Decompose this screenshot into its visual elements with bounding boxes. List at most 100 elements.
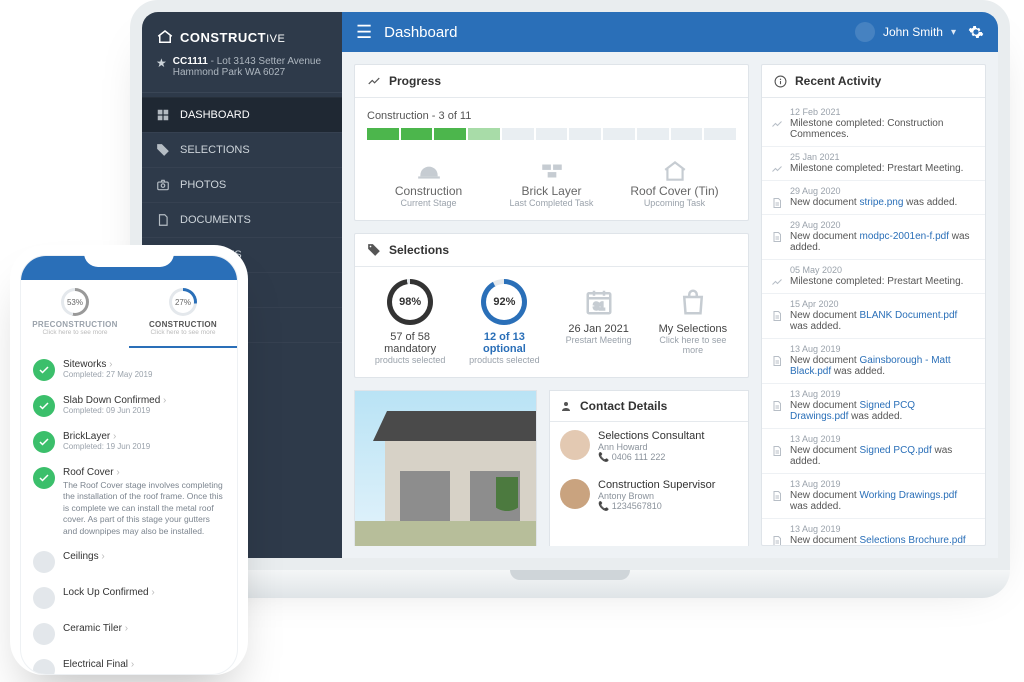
- contact-item[interactable]: Selections ConsultantAnn Howard📞 0406 11…: [550, 422, 748, 471]
- sidebar-item-documents[interactable]: DOCUMENTS: [142, 202, 342, 237]
- progress-col-sub: Upcoming Task: [613, 198, 736, 208]
- activity-link[interactable]: modpc-2001en-f.pdf: [859, 231, 949, 242]
- contact-item[interactable]: Construction SupervisorAntony Brown📞 123…: [550, 471, 748, 520]
- activity-text: New document modpc-2001en-f.pdf was adde…: [790, 231, 975, 253]
- sel-o-line2: products selected: [461, 355, 547, 365]
- sel-p-line1: 26 Jan 2021: [556, 323, 642, 335]
- sel-m-line2: mandatory: [384, 343, 436, 355]
- sidebar-item-label: SELECTIONS: [180, 144, 250, 156]
- phone-list-item[interactable]: Ceilings ›: [21, 544, 237, 580]
- activity-date: 13 Aug 2019: [790, 389, 975, 399]
- progress-col[interactable]: ConstructionCurrent Stage: [367, 158, 490, 208]
- activity-item[interactable]: 13 Aug 2019New document Signed PCQ.pdf w…: [762, 428, 985, 473]
- activity-item[interactable]: 29 Aug 2020New document stripe.png was a…: [762, 180, 985, 214]
- activity-item[interactable]: 13 Aug 2019New document Signed PCQ Drawi…: [762, 383, 985, 428]
- activity-item[interactable]: 13 Aug 2019New document Gainsborough - M…: [762, 338, 985, 383]
- brand-name-1: CONSTRUCT: [180, 30, 266, 45]
- activity-text: New document Signed PCQ.pdf was added.: [790, 445, 975, 467]
- activity-item[interactable]: 15 Apr 2020New document BLANK Document.p…: [762, 293, 985, 338]
- phone-tab[interactable]: 27%CONSTRUCTIONClick here to see more: [129, 280, 237, 348]
- activity-item[interactable]: 05 May 2020Milestone completed: Prestart…: [762, 259, 985, 293]
- phone-tab[interactable]: 53%PRECONSTRUCTIONClick here to see more: [21, 280, 129, 348]
- phone-list-item[interactable]: Roof Cover ›The Roof Cover stage involve…: [21, 460, 237, 544]
- selections-mandatory[interactable]: 57 of 58mandatory products selected: [367, 279, 453, 365]
- sel-my-line2: Click here to see more: [650, 335, 736, 355]
- calendar-icon: 31: [584, 287, 614, 317]
- phone-list-item[interactable]: Electrical Final ›: [21, 652, 237, 675]
- sel-p-line2: Prestart Meeting: [556, 335, 642, 345]
- phone-item-title: Roof Cover ›: [63, 467, 225, 478]
- activity-link[interactable]: Gainsborough - Matt Black.pdf: [790, 355, 951, 377]
- contacts-title: Contact Details: [580, 399, 667, 413]
- activity-date: 13 Aug 2019: [790, 344, 975, 354]
- document-icon: [156, 213, 170, 227]
- status-dot: [33, 395, 55, 417]
- trend-icon: [771, 118, 783, 130]
- progress-title: Progress: [389, 74, 441, 88]
- progress-col-title: Brick Layer: [490, 184, 613, 198]
- phone-item-title: Slab Down Confirmed ›: [63, 395, 166, 406]
- selections-optional[interactable]: 12 of 13 optional products selected: [461, 279, 547, 365]
- phone-list-item[interactable]: Ceramic Tiler ›: [21, 616, 237, 652]
- phone-tab-title: PRECONSTRUCTION: [25, 320, 125, 329]
- contact-phone: 📞 1234567810: [598, 501, 715, 512]
- document-icon: [771, 197, 783, 209]
- activity-date: 05 May 2020: [790, 265, 975, 275]
- status-dot: [33, 431, 55, 453]
- activity-link[interactable]: Selections Brochure.pdf: [859, 535, 965, 546]
- menu-icon[interactable]: ☰: [356, 22, 372, 43]
- phone-list-item[interactable]: BrickLayer ›Completed: 19 Jun 2019: [21, 424, 237, 460]
- sidebar-item-photos[interactable]: PHOTOS: [142, 167, 342, 202]
- selections-card: Selections 57 of 58mandatory products se…: [354, 233, 749, 378]
- sidebar-item-selections[interactable]: SELECTIONS: [142, 132, 342, 167]
- activity-link[interactable]: stripe.png: [859, 197, 903, 208]
- phone-list-item[interactable]: Lock Up Confirmed ›: [21, 580, 237, 616]
- hardhat-icon: [416, 158, 442, 180]
- activity-item[interactable]: 12 Feb 2021Milestone completed: Construc…: [762, 102, 985, 146]
- progress-col[interactable]: Roof Cover (Tin)Upcoming Task: [613, 158, 736, 208]
- progress-col[interactable]: Brick LayerLast Completed Task: [490, 158, 613, 208]
- contact-name: Antony Brown: [598, 491, 715, 501]
- activity-item[interactable]: 25 Jan 2021Milestone completed: Prestart…: [762, 146, 985, 180]
- project-address-2: Hammond Park WA 6027: [173, 67, 285, 78]
- activity-link[interactable]: Signed PCQ Drawings.pdf: [790, 400, 915, 422]
- contact-name: Ann Howard: [598, 442, 704, 452]
- house-render[interactable]: [354, 390, 537, 546]
- trend-icon: [771, 276, 783, 288]
- progress-seg: [536, 128, 568, 140]
- sidebar-item-dashboard[interactable]: DASHBOARD: [142, 97, 342, 132]
- brand-logo: CONSTRUCTIVE: [142, 12, 342, 56]
- document-icon: [771, 400, 783, 412]
- user-menu[interactable]: John Smith ▾: [855, 22, 956, 42]
- laptop-base: [130, 570, 1010, 598]
- person-icon: [560, 400, 572, 412]
- sel-m-line1: 57 of 58: [390, 331, 430, 343]
- camera-icon: [156, 178, 170, 192]
- document-icon: [771, 231, 783, 243]
- activity-item[interactable]: 29 Aug 2020New document modpc-2001en-f.p…: [762, 214, 985, 259]
- sidebar-item-label: DOCUMENTS: [180, 214, 251, 226]
- app-root: CONSTRUCTIVE ★ CC1111 - Lot 3143 Setter …: [142, 12, 998, 558]
- activity-date: 12 Feb 2021: [790, 107, 975, 117]
- chevron-down-icon: ▾: [951, 27, 956, 38]
- status-dot: [33, 359, 55, 381]
- dashboard-icon: [156, 108, 170, 122]
- progress-col-sub: Current Stage: [367, 198, 490, 208]
- phone-list-item[interactable]: Siteworks ›Completed: 27 May 2019: [21, 352, 237, 388]
- activity-link[interactable]: BLANK Document.pdf: [859, 310, 957, 321]
- selections-my[interactable]: My Selections Click here to see more: [650, 279, 736, 365]
- gear-icon[interactable]: [968, 24, 984, 40]
- activity-item[interactable]: 13 Aug 2019New document Working Drawings…: [762, 473, 985, 518]
- activity-item[interactable]: 13 Aug 2019New document Selections Broch…: [762, 518, 985, 546]
- project-block[interactable]: ★ CC1111 - Lot 3143 Setter Avenue Hammon…: [142, 56, 342, 93]
- main-area: ☰ Dashboard John Smith ▾ Progress: [342, 12, 998, 558]
- activity-link[interactable]: Signed PCQ.pdf: [859, 445, 931, 456]
- phone-item-title: Electrical Final ›: [63, 659, 134, 670]
- document-icon: [771, 535, 783, 546]
- project-code: CC1111: [173, 56, 208, 67]
- progress-stages: ConstructionCurrent StageBrick LayerLast…: [367, 158, 736, 208]
- activity-link[interactable]: Working Drawings.pdf: [859, 490, 957, 501]
- selections-prestart[interactable]: 31 26 Jan 2021 Prestart Meeting: [556, 279, 642, 365]
- contact-role: Selections Consultant: [598, 430, 704, 442]
- phone-list-item[interactable]: Slab Down Confirmed ›Completed: 09 Jun 2…: [21, 388, 237, 424]
